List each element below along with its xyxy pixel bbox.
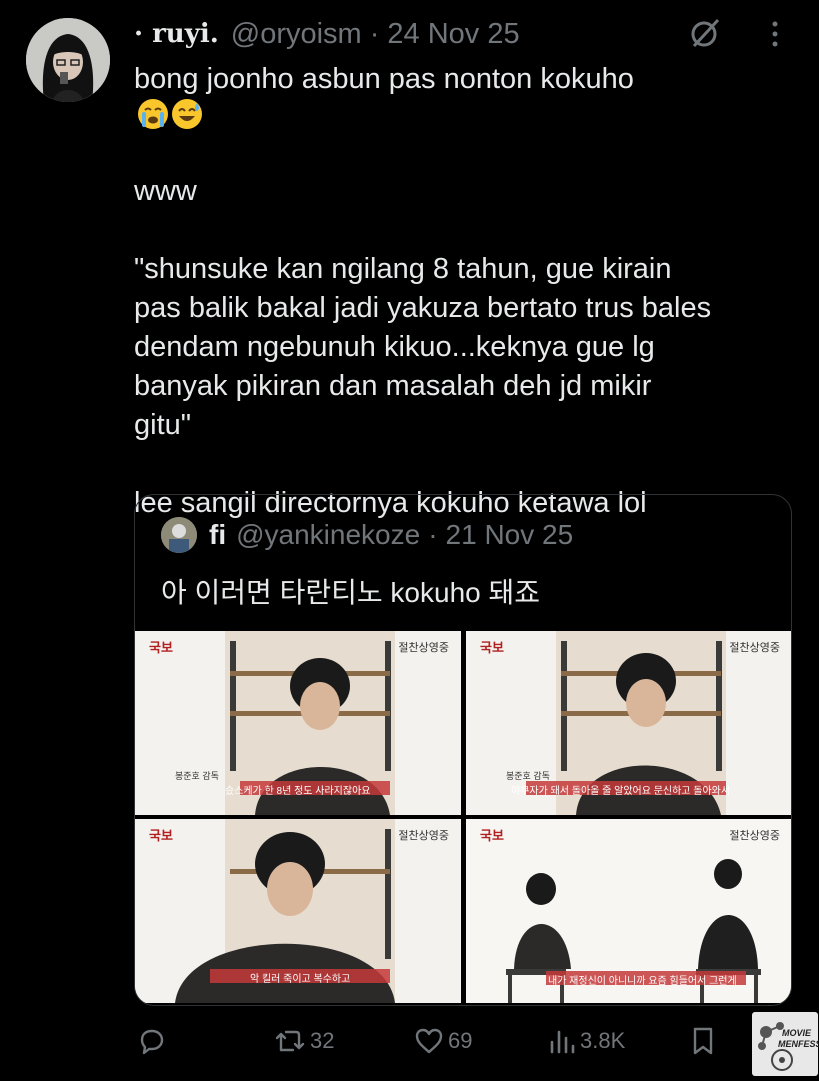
frame-2-subtitle: 야쿠자가 돼서 돌아올 줄 알았어요 문신하고 돌아와서	[511, 786, 731, 797]
watermark-line-1: MOVIE	[782, 1028, 812, 1038]
frame-3-channel: 절찬상영중	[398, 830, 449, 842]
frame-2-name-tag: 봉준호 감독	[506, 771, 550, 781]
media-frame-3[interactable]: 국보 절찬상영중 악 킬러 죽이고 복수하고	[135, 819, 461, 1003]
like-count: 69	[448, 1028, 473, 1053]
quoted-separator: ·	[428, 519, 438, 550]
tweet-quote-paragraph: "shunsuke kan ngilang 8 tahun, gue kirai…	[134, 253, 712, 441]
frame-3-subtitle: 악 킬러 죽이고 복수하고	[250, 974, 351, 985]
header-separator: ·	[369, 17, 380, 50]
media-frame-2[interactable]: 국보 절찬상영중 봉준호 감독 야쿠자가 돼서 돌아올 줄 알았어요 문신하고 …	[466, 631, 791, 815]
frame-2-logo: 국보	[480, 640, 504, 655]
retweet-count: 32	[310, 1028, 335, 1053]
frame-1-channel: 절찬상영중	[398, 642, 449, 654]
grok-icon[interactable]	[688, 16, 722, 50]
views-chart-icon	[550, 1030, 575, 1054]
media-frame-1[interactable]: 국보 절찬상영중 봉준호 감독 슜스케가 한 8년 정도 사라지잖아요	[135, 631, 461, 815]
frame-3-logo: 국보	[149, 828, 173, 843]
frame-1-subtitle: 슜스케가 한 8년 정도 사라지잖아요	[225, 786, 371, 797]
tweet-line-1: bong joonho asbun pas nonton kokuho	[134, 63, 634, 95]
author-display-name[interactable]: · ruyi.	[134, 19, 219, 49]
reply-button[interactable]	[136, 1026, 166, 1056]
frame-4-subtitle: 내가 재정신이 아니니까 요즘 힘들어서 그런게	[548, 976, 737, 987]
tweet-line-2: www	[134, 175, 197, 207]
author-avatar[interactable]	[26, 18, 110, 102]
heart-icon	[415, 1028, 443, 1054]
more-options-icon[interactable]	[760, 14, 790, 54]
bookmark-icon	[693, 1027, 713, 1055]
quoted-avatar[interactable]	[161, 517, 197, 553]
watermark-line-2: MENFESS	[778, 1039, 819, 1049]
retweet-icon	[275, 1030, 305, 1052]
avatar-photo	[26, 18, 110, 102]
views-count: 3.8K	[580, 1028, 626, 1053]
frame-1-name-tag: 봉준호 감독	[175, 771, 219, 781]
media-grid: 국보 절찬상영중 봉준호 감독 슜스케가 한 8년 정도 사라지잖아요 국보 절…	[135, 631, 791, 1003]
reply-icon	[140, 1029, 164, 1055]
frame-4-channel: 절찬상영중	[729, 830, 780, 842]
tweet-text: bong joonho asbun pas nonton kokuho www …	[134, 60, 804, 523]
tweet-date[interactable]: 24 Nov 25	[387, 18, 519, 51]
retweet-button[interactable]: 32	[274, 1026, 334, 1056]
bookmark-button[interactable]	[690, 1026, 716, 1056]
frame-4-logo: 국보	[480, 828, 504, 843]
views-button[interactable]: 3.8K	[548, 1026, 625, 1056]
grinning-sweat-emoji-icon	[172, 99, 202, 129]
quoted-display-name[interactable]: fi	[209, 519, 226, 551]
quoted-text: 아 이러면 타란티노 kokuho 돼죠	[161, 577, 541, 608]
quoted-tweet[interactable]: fi @yankinekoze · 21 Nov 25 아 이러면 타란티노 k…	[134, 494, 792, 1006]
quoted-avatar-photo	[161, 517, 197, 553]
author-handle[interactable]: @oryoism	[231, 18, 362, 51]
quoted-date[interactable]: 21 Nov 25	[446, 519, 574, 551]
frame-1-logo: 국보	[149, 640, 173, 655]
quoted-handle[interactable]: @yankinekoze	[236, 519, 420, 551]
movie-menfess-watermark: MOVIE MENFESS	[752, 1012, 819, 1076]
media-frame-4[interactable]: 국보 절찬상영중 내가 재정신이 아니니까 요즘 힘들어서 그런게	[466, 819, 791, 1003]
tweet-action-bar: 32 69 3.8K	[0, 1022, 819, 1062]
crying-face-emoji-icon	[138, 99, 168, 129]
frame-2-channel: 절찬상영중	[729, 642, 780, 654]
tweet-header: · ruyi. @oryoism · 24 Nov 25	[134, 16, 520, 52]
quoted-header: fi @yankinekoze · 21 Nov 25	[161, 517, 573, 553]
like-button[interactable]: 69	[414, 1026, 472, 1056]
